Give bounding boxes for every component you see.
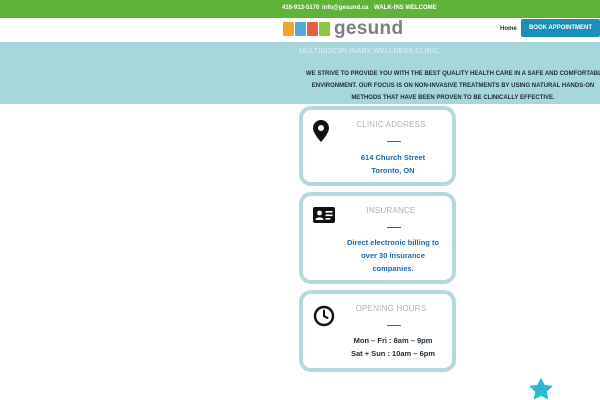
card-divider	[387, 325, 401, 326]
top-bar: 416-913-5170 info@gesund.ca WALK-INS WEL…	[0, 0, 600, 18]
insurance-line: companies.	[372, 264, 414, 273]
card-body: Mon – Fri : 8am – 9pm Sat + Sun : 10am –…	[331, 334, 455, 360]
phone-link[interactable]: 416-913-5170	[282, 5, 319, 11]
opening-hours-card: OPENING HOURS Mon – Fri : 8am – 9pm Sat …	[299, 290, 456, 372]
card-body: 614 Church Street Toronto, ON	[331, 151, 455, 177]
site-header: gesund Home	[0, 18, 600, 42]
band-line: METHODS THAT HAVE BEEN PROVEN TO BE CLIN…	[351, 95, 555, 101]
walk-ins-notice: WALK-INS WELCOME	[374, 5, 437, 11]
logo-tile-icon	[319, 22, 330, 36]
map-pin-icon	[313, 120, 329, 142]
logo-tile-icon	[307, 22, 318, 36]
band-description: WE STRIVE TO PROVIDE YOU WITH THE BEST Q…	[306, 68, 600, 104]
band-line: WE STRIVE TO PROVIDE YOU WITH THE BEST Q…	[306, 71, 600, 77]
address-street[interactable]: 614 Church Street	[331, 151, 455, 164]
logo-tile-icon	[295, 22, 306, 36]
logo-wordmark[interactable]: gesund	[334, 18, 403, 40]
intro-band: MULTIDISCIPLINARY WELLNESS CLINIC WE STR…	[0, 42, 600, 104]
card-divider	[387, 141, 401, 142]
hours-weekday: Mon – Fri : 8am – 9pm	[353, 336, 433, 345]
band-title: MULTIDISCIPLINARY WELLNESS CLINIC	[299, 48, 440, 55]
card-title: OPENING HOURS	[355, 304, 427, 313]
logo-tile-icon	[283, 22, 294, 36]
hours-weekend: Sat + Sun : 10am – 6pm	[351, 349, 435, 358]
insurance-line: over 30 insurance	[361, 251, 425, 260]
insurance-card: INSURANCE Direct electronic billing to o…	[299, 192, 456, 284]
address-city[interactable]: Toronto, ON	[331, 164, 455, 177]
star-icon[interactable]	[529, 378, 553, 400]
card-body: Direct electronic billing to over 30 ins…	[331, 236, 455, 275]
insurance-line: Direct electronic billing to	[346, 238, 440, 247]
card-title: INSURANCE	[366, 206, 416, 215]
book-appointment-button[interactable]: BOOK APPOINTMENT	[521, 19, 600, 37]
email-link[interactable]: info@gesund.ca	[322, 5, 369, 11]
card-title: CLINIC ADDRESS	[356, 120, 426, 129]
nav-home-link[interactable]: Home	[500, 26, 517, 32]
band-line: ENVIRONMENT. OUR FOCUS IS ON NON-INVASIV…	[311, 83, 595, 89]
card-divider	[387, 227, 401, 228]
clinic-address-card: CLINIC ADDRESS 614 Church Street Toronto…	[299, 106, 456, 186]
